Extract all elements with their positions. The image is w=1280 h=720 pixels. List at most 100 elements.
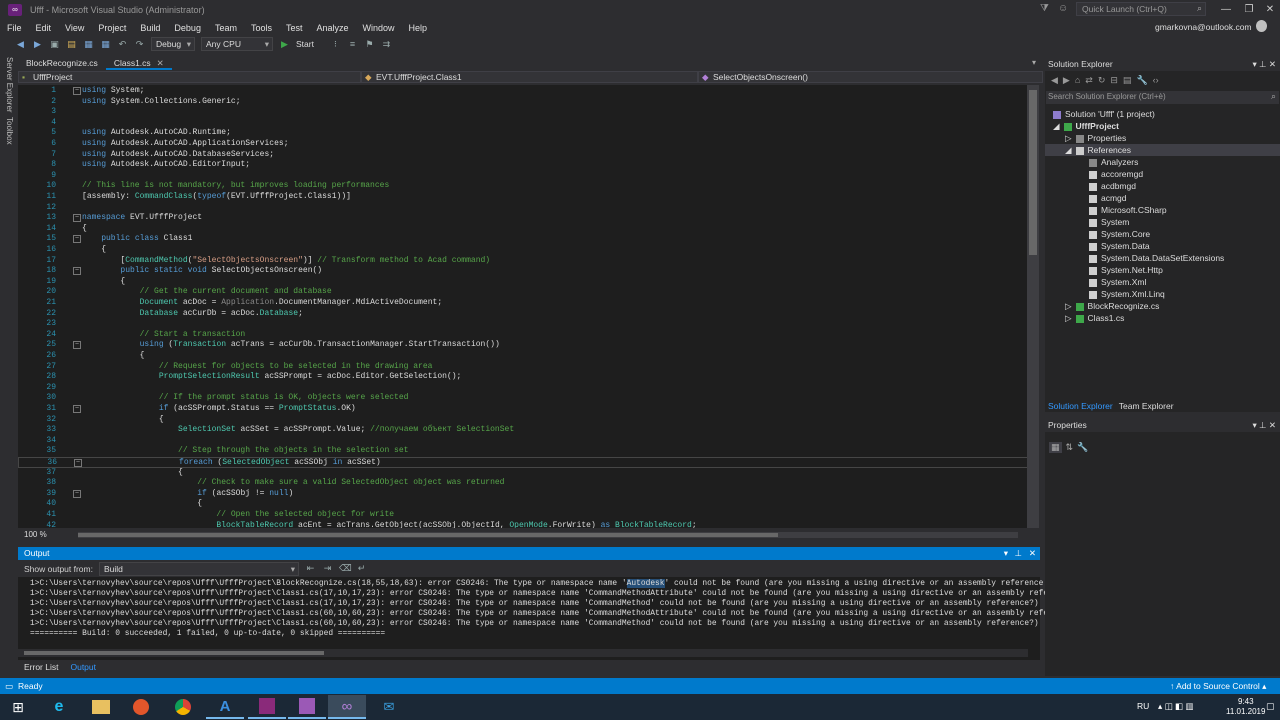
view-code-icon[interactable]: ‹› (1153, 75, 1159, 85)
reference-item[interactable]: acdbmgd (1089, 180, 1136, 192)
editor-scroll-thumb[interactable] (1029, 90, 1037, 255)
menu-window[interactable]: Window (356, 23, 402, 33)
categorized-icon[interactable]: ▦ (1049, 442, 1062, 453)
start-icon[interactable]: ▶ (279, 39, 290, 50)
taskbar-winrar[interactable] (248, 695, 286, 719)
code-line[interactable]: 29 (18, 383, 1033, 394)
code-line[interactable]: 5 using Autodesk.AutoCAD.Runtime; (18, 128, 1033, 139)
tab-output[interactable]: Output (64, 660, 102, 674)
taskbar-explorer[interactable] (82, 695, 120, 719)
menu-analyze[interactable]: Analyze (310, 23, 356, 33)
close-button[interactable]: ✕ (1252, 0, 1280, 20)
code-line[interactable]: 18 − public static void SelectObjectsOnsc… (18, 266, 1033, 277)
property-pages-icon[interactable]: 🔧 (1077, 442, 1088, 453)
undo-icon[interactable]: ↶ (117, 39, 128, 50)
forward-icon[interactable]: ▶ (1063, 75, 1070, 86)
taskbar-ie[interactable]: e (40, 695, 78, 719)
fold-toggle-icon[interactable]: − (73, 235, 81, 244)
expand-icon[interactable]: ◢ (1053, 121, 1060, 131)
code-line[interactable]: 4 (18, 118, 1033, 129)
code-line[interactable]: 16 { (18, 245, 1033, 256)
taskbar-chrome[interactable] (164, 695, 202, 719)
start-menu-button[interactable]: ⊞ (0, 695, 36, 719)
code-line[interactable]: 36− foreach (SelectedObject acSSObj in a… (18, 457, 1033, 468)
code-line[interactable]: 38 // Check to make sure a valid Selecte… (18, 478, 1033, 489)
collapse-icon[interactable]: ▷ (1065, 313, 1072, 323)
reference-item[interactable]: System.Core (1089, 228, 1150, 240)
back-icon[interactable]: ◀ (15, 39, 26, 50)
menu-build[interactable]: Build (133, 23, 167, 33)
feedback-icon[interactable]: ☺ (1058, 3, 1068, 14)
code-line[interactable]: 1 − using System; (18, 86, 1033, 97)
code-line[interactable]: 24 // Start a transaction (18, 330, 1033, 341)
code-line[interactable]: 27 // Request for objects to be selected… (18, 362, 1033, 373)
code-line[interactable]: 21 Document acDoc = Application.Document… (18, 298, 1033, 309)
reference-item[interactable]: Analyzers (1089, 156, 1138, 168)
find-message-icon[interactable]: ⇤ (305, 563, 316, 574)
taskbar-media[interactable] (122, 695, 160, 719)
solution-config-select[interactable]: Debug (151, 37, 195, 51)
code-line[interactable]: 39 − if (acSSObj != null) (18, 489, 1033, 500)
code-line[interactable]: 6 using Autodesk.AutoCAD.ApplicationServi… (18, 139, 1033, 150)
bookmark-icon[interactable]: ⚑ (364, 39, 375, 50)
start-button[interactable]: Start (296, 39, 314, 49)
tab-error-list[interactable]: Error List (18, 660, 64, 674)
tab-solution-explorer[interactable]: Solution Explorer (1045, 400, 1116, 412)
redo-icon[interactable]: ↷ (134, 39, 145, 50)
solution-node[interactable]: Solution 'Ufff' (1 project) (1053, 108, 1155, 120)
fold-toggle-icon[interactable]: − (73, 87, 81, 95)
editor-vertical-scrollbar[interactable] (1027, 85, 1039, 528)
code-line[interactable]: 10 // This line is not mandatory, but imp… (18, 181, 1033, 192)
reference-item[interactable]: System.Xml.Linq (1089, 288, 1165, 300)
comment-icon[interactable]: ≡ (347, 39, 358, 50)
code-line[interactable]: 8 using Autodesk.AutoCAD.EditorInput; (18, 160, 1033, 171)
tab-blockrecognize[interactable]: BlockRecognize.cs (18, 56, 106, 70)
code-line[interactable]: 30 // If the prompt status is OK, object… (18, 393, 1033, 404)
platform-select[interactable]: Any CPU (201, 37, 273, 51)
code-line[interactable]: 12 (18, 203, 1033, 214)
fold-toggle-icon[interactable]: − (73, 489, 81, 498)
show-all-files-icon[interactable]: ▤ (1123, 75, 1132, 86)
output-scroll-thumb[interactable] (24, 651, 324, 655)
reference-item[interactable]: Microsoft.CSharp (1089, 204, 1167, 216)
properties-icon[interactable]: 🔧 (1136, 75, 1147, 86)
panel-menu-icon[interactable]: ▾ ⊥ ✕ (1252, 57, 1276, 71)
file-node-blockrecognize[interactable]: ▷ BlockRecognize.cs (1065, 300, 1159, 312)
reference-item[interactable]: System.Xml (1089, 276, 1146, 288)
fold-toggle-icon[interactable]: − (73, 214, 81, 223)
toolbar-options-icon[interactable]: ⁝ (330, 39, 341, 50)
filter-icon[interactable]: ⧩ (1040, 3, 1049, 14)
code-line[interactable]: 37 { (18, 468, 1033, 479)
tab-class1[interactable]: Class1.cs ✕ (105, 56, 172, 70)
close-panel-icon[interactable]: ✕ (1029, 547, 1036, 560)
expand-icon[interactable]: ◢ (1065, 145, 1072, 155)
code-editor[interactable]: 1− using System; 2 using System.Collections… (18, 85, 1033, 528)
chevron-down-icon[interactable]: ▾ (1032, 58, 1036, 67)
code-line[interactable]: 25 − using (Transaction acTrans = acCurDb… (18, 340, 1033, 351)
quick-launch-input[interactable]: Quick Launch (Ctrl+Q) ⌕ (1076, 2, 1206, 16)
menu-view[interactable]: View (58, 23, 91, 33)
code-line[interactable]: 9 (18, 171, 1033, 182)
close-tab-icon[interactable]: ✕ (157, 58, 164, 68)
language-indicator[interactable]: RU (1137, 701, 1149, 711)
code-line[interactable]: 26 { (18, 351, 1033, 362)
code-line[interactable]: 32 { (18, 415, 1033, 426)
code-line[interactable]: 23 (18, 319, 1033, 330)
file-node-class1[interactable]: ▷ Class1.cs (1065, 312, 1124, 324)
pin-icon[interactable]: ⊥ (1015, 547, 1022, 560)
taskbar-visual-studio[interactable]: ∞ (328, 695, 366, 719)
taskbar-app[interactable] (288, 695, 326, 719)
code-line[interactable]: 2 using System.Collections.Generic; (18, 97, 1033, 108)
code-line[interactable]: 42 BlockTableRecord acEnt = acTrans.GetO… (18, 521, 1033, 528)
tray-icons[interactable]: ▴ ◫ ◧ ▥ (1158, 701, 1193, 712)
output-horizontal-scrollbar[interactable] (18, 649, 1028, 657)
fold-toggle-icon[interactable]: − (73, 405, 81, 413)
code-line[interactable]: 34 (18, 436, 1033, 447)
alphabetical-icon[interactable]: ⇅ (1066, 442, 1074, 453)
code-line[interactable]: 35 // Step through the objects in the se… (18, 446, 1033, 457)
taskbar-autocad[interactable]: A (206, 695, 244, 719)
open-file-icon[interactable]: ▤ (66, 39, 77, 50)
output-source-select[interactable]: Build (98, 561, 299, 576)
project-dropdown[interactable]: ▪ UfffProject (18, 71, 361, 83)
code-line[interactable]: 41 // Open the selected object for write (18, 510, 1033, 521)
